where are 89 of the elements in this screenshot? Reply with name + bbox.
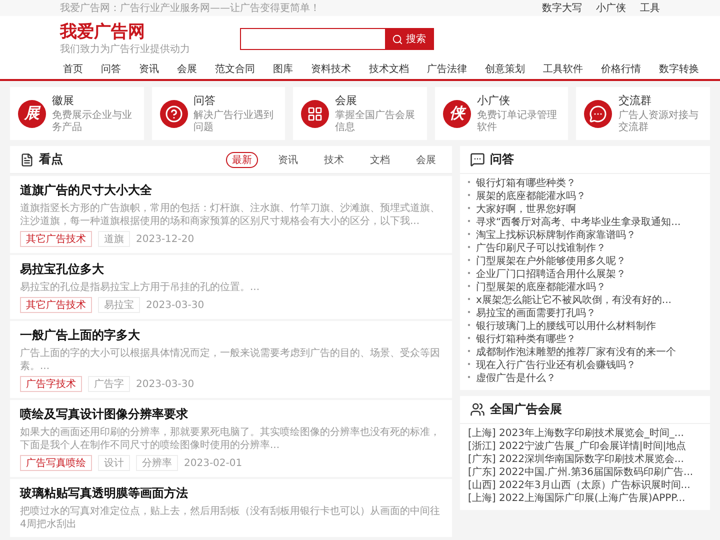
- nav-link[interactable]: 工具软件: [540, 62, 586, 76]
- nav-link[interactable]: 范文合同: [212, 62, 258, 76]
- feature-card[interactable]: 交流群 广告人资源对接与交流群: [576, 87, 710, 140]
- article-excerpt: 如果大的画面还用印刷的分辨率，那就要累死电脑了。其实喷绘图像的分辨率也没有死的标准，下面是我个人在制作不同尺寸的喷绘图像时使用的分辨率...: [20, 426, 441, 452]
- search-icon: [392, 34, 403, 44]
- chat-icon: [470, 152, 485, 167]
- feature-description: 免费展示企业与业务产品: [52, 110, 133, 134]
- category-tag[interactable]: 其它广告技术: [20, 297, 92, 313]
- feature-title: 徽展: [52, 93, 75, 108]
- category-tag[interactable]: 广告写真喷绘: [20, 455, 92, 471]
- nav-link[interactable]: 数字转换: [656, 62, 702, 76]
- article-excerpt: 道旗指竖长方形的广告旗帜，常用的包括：灯杆旗、注水旗、竹竿刀旗、沙滩旗、预埋式道旗、注沙道旗，每一种道旗根据使用的场和商家预算的区别尺寸规格会有大小的区分，以下我...: [20, 202, 441, 228]
- question-link[interactable]: 展架的底座都能灌水吗？: [468, 191, 702, 203]
- nav-link[interactable]: 广告法律: [424, 62, 470, 76]
- category-tag[interactable]: 其它广告技术: [20, 231, 92, 247]
- nav-link[interactable]: 资料技术: [308, 62, 354, 76]
- question-link[interactable]: 银行灯箱种类有哪些？: [468, 334, 702, 346]
- expo-link[interactable]: [上海] 2022上海国际广印展(上海广告展)APPP...: [468, 493, 702, 505]
- expo-link[interactable]: [浙江] 2022宁波广告展_广印会展详情|时间|地点: [468, 441, 702, 453]
- article-date: 2023-03-30: [136, 378, 194, 390]
- document-icon: [20, 152, 34, 166]
- article-title[interactable]: 玻璃粘贴写真透明膜等画面方法: [20, 485, 442, 502]
- nav-link[interactable]: 问答: [98, 62, 124, 76]
- search-field[interactable]: 搜索: [240, 28, 434, 50]
- category-tag[interactable]: 广告字技术: [20, 376, 82, 392]
- article-date: 2023-02-01: [184, 458, 242, 468]
- question-link[interactable]: 成都制作泡沫雕塑的推荐厂家有没有的来一个: [468, 347, 702, 359]
- feature-description: 免费订单记录管理软件: [476, 110, 558, 134]
- feature-description: 解决广告行业遇到问题: [194, 110, 275, 134]
- question-link[interactable]: x展架怎么能让它不被风吹倒，有没有好的...: [468, 295, 702, 307]
- feature-title: 问答: [194, 93, 217, 108]
- feature-description: 掌握全国广告会展信息: [335, 110, 416, 134]
- nav-link[interactable]: 会展: [174, 62, 200, 76]
- nav-link[interactable]: 资讯: [136, 62, 162, 76]
- top-link[interactable]: 数字大写: [542, 1, 582, 15]
- logo-icon: 展: [18, 100, 46, 128]
- logo-icon: 侠: [442, 100, 471, 128]
- feature-card[interactable]: 问答 解决广告行业遇到问题: [152, 87, 286, 140]
- site-logo[interactable]: 我爱广告网: [60, 22, 190, 42]
- question-link[interactable]: 寻求“西餐厅对高考、中考毕业生拿录取通知...: [468, 217, 702, 229]
- article-title[interactable]: 道旗广告的尺寸大小大全: [20, 182, 442, 199]
- tab[interactable]: 最新: [226, 152, 258, 168]
- question-link[interactable]: 现在入行广告行业还有机会赚钱吗？: [468, 360, 702, 372]
- expo-link[interactable]: [上海] 2023年上海数字印刷技术展览会_时间_...: [468, 428, 702, 440]
- people-icon: [470, 402, 485, 417]
- grid-icon: [301, 100, 330, 128]
- site-slogan: 我爱广告网：广告行业产业服务网——让广告变得更简单！: [60, 2, 320, 15]
- feature-title: 小广侠: [476, 93, 511, 108]
- chat-icon: [584, 100, 612, 128]
- article-title[interactable]: 易拉宝孔位多大: [20, 261, 442, 278]
- article-title[interactable]: 喷绘及写真设计图像分辨率要求: [20, 406, 442, 423]
- expo-link[interactable]: [山西] 2022年3月山西（太原）广告标识展时间...: [468, 480, 702, 492]
- panel-title: 问答: [490, 151, 514, 168]
- question-link[interactable]: 易拉宝的画面需要打孔吗？: [468, 308, 702, 320]
- question-link[interactable]: 广告印刷尺子可以找谁制作？: [468, 243, 702, 255]
- expo-link[interactable]: [广东] 2022中国.广州.第36届国际数码印刷广告...: [468, 467, 702, 479]
- panel-title: 看点: [39, 151, 63, 168]
- question-link[interactable]: 淘宝上找标识标牌制作商家靠谱吗？: [468, 230, 702, 242]
- nav-link[interactable]: 技术文档: [366, 62, 412, 76]
- expo-link[interactable]: [广东] 2022深圳华南国际数字印刷技术展览会...: [468, 454, 702, 466]
- article-excerpt: 把喷过水的写真对准定位点，贴上去，然后用刮板（没有刮板用银行卡也可以）从画面的中间往4周把水刮出: [20, 505, 441, 531]
- article-excerpt: 易拉宝的孔位是指易拉宝上方用于吊挂的孔的位置。...: [20, 281, 261, 294]
- feature-card[interactable]: 展 徽展 免费展示企业与业务产品: [10, 87, 144, 140]
- feature-title: 交流群: [618, 93, 652, 108]
- feature-title: 会展: [335, 93, 358, 108]
- nav-link[interactable]: 图库: [270, 62, 296, 76]
- article-date: 2023-12-20: [136, 234, 194, 244]
- feature-card[interactable]: 会展 掌握全国广告会展信息: [293, 87, 427, 140]
- article-excerpt: 广告上面的字的大小可以根据具体情况而定，一般来说需要考虑到广告的目的、场景、受众等因素。...: [20, 347, 441, 373]
- article-date: 2023-03-30: [146, 300, 204, 310]
- top-link[interactable]: 小广侠: [596, 1, 626, 15]
- top-link[interactable]: 工具: [640, 1, 660, 15]
- nav-link[interactable]: 首页: [60, 62, 86, 76]
- feature-card[interactable]: 侠 小广侠 免费订单记录管理软件: [434, 87, 568, 140]
- panel-title: 全国广告会展: [490, 401, 562, 418]
- question-link[interactable]: 银行灯箱有哪些种类？: [468, 178, 702, 190]
- article-title[interactable]: 一般广告上面的字多大: [20, 327, 442, 344]
- question-icon: [160, 100, 188, 128]
- question-link[interactable]: 银行玻璃门上的腰线可以用什么材料制作: [468, 321, 702, 333]
- nav-link[interactable]: 创意策划: [482, 62, 528, 76]
- question-link[interactable]: 企业厂门口招聘适合用什么展架？: [468, 269, 702, 281]
- nav-link[interactable]: 价格行情: [598, 62, 644, 76]
- question-link[interactable]: 门型展架的底座都能灌水吗？: [468, 282, 702, 294]
- search-button[interactable]: 搜索: [385, 29, 433, 49]
- logo-tagline: 我们致力为广告行业提供动力: [60, 42, 190, 56]
- question-link[interactable]: 虚假广告是什么？: [468, 373, 702, 385]
- question-link[interactable]: 大家好啊，世界您好啊: [468, 204, 702, 216]
- feature-description: 广告人资源对接与交流群: [618, 110, 700, 134]
- question-link[interactable]: 门型展架在户外能够使用多久呢？: [468, 256, 702, 268]
